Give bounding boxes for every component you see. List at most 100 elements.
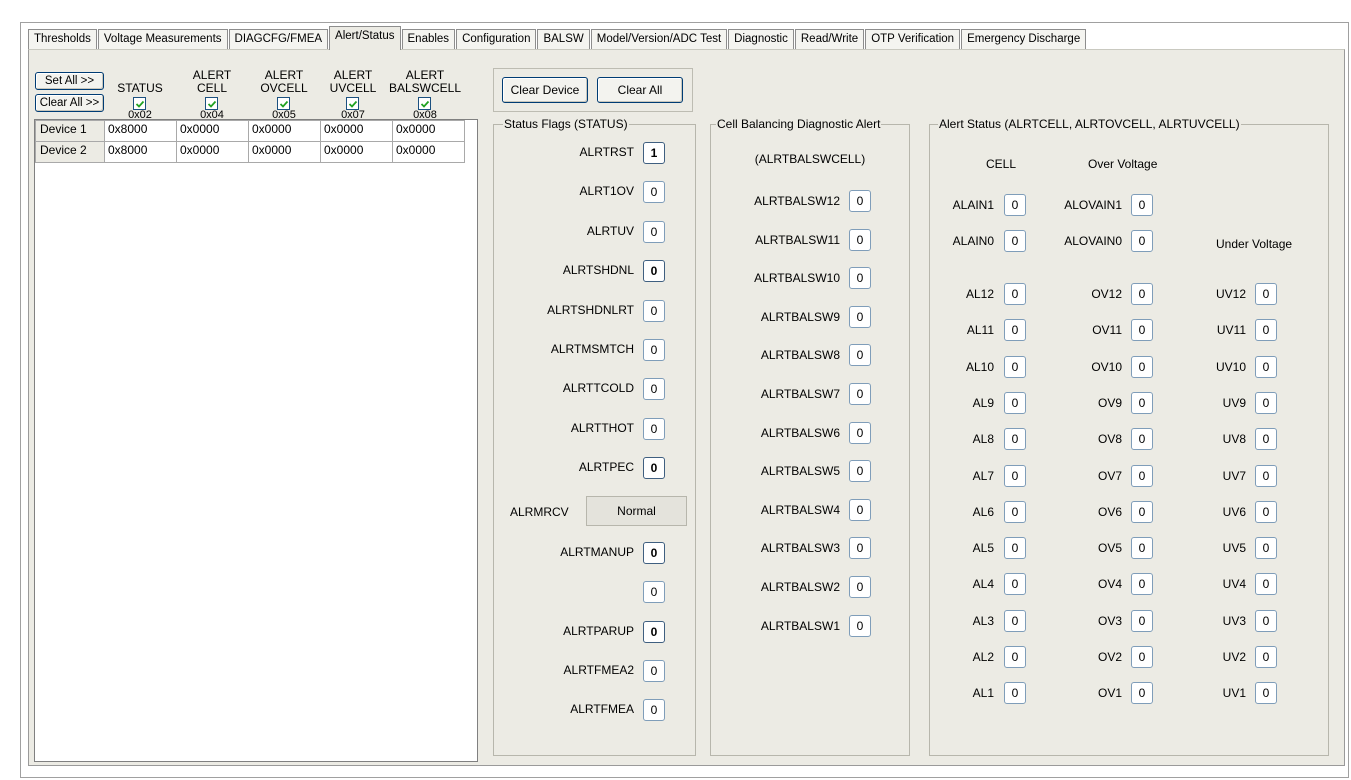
clear-device-button[interactable]: Clear Device xyxy=(502,77,588,103)
tab-diagnostic[interactable]: Diagnostic xyxy=(728,29,794,49)
cell-alert-value[interactable]: 0 xyxy=(1004,537,1026,560)
set-all-button[interactable]: Set All >> xyxy=(35,72,104,90)
tab-diagcfg-fmea[interactable]: DIAGCFG/FMEA xyxy=(228,29,329,49)
overvoltage-alert-value[interactable]: 0 xyxy=(1131,319,1153,342)
overvoltage-alert-value[interactable]: 0 xyxy=(1131,537,1153,560)
balancing-alert-label: ALRTBALSW7 xyxy=(760,387,840,401)
cell-alert-value[interactable]: 0 xyxy=(1004,391,1026,414)
tab-enables[interactable]: Enables xyxy=(401,29,456,49)
ain-ov-value[interactable]: 0 xyxy=(1131,194,1153,216)
undervoltage-alert-value[interactable]: 0 xyxy=(1255,355,1277,378)
undervoltage-alert-value[interactable]: 0 xyxy=(1255,537,1277,560)
balancing-alert-value[interactable]: 0 xyxy=(849,460,871,483)
undervoltage-alert-value[interactable]: 0 xyxy=(1255,283,1277,305)
tab-model-version-adc-test[interactable]: Model/Version/ADC Test xyxy=(590,29,728,49)
device-name[interactable]: Device 2 xyxy=(35,141,105,163)
cell-alert-value[interactable]: 0 xyxy=(1004,355,1026,378)
cell-alert-value[interactable]: 0 xyxy=(1004,609,1026,632)
balancing-alert-value[interactable]: 0 xyxy=(849,421,871,444)
overvoltage-alert-value[interactable]: 0 xyxy=(1131,573,1153,596)
status-flag-value[interactable]: 0 xyxy=(643,542,665,564)
overvoltage-alert-value[interactable]: 0 xyxy=(1131,609,1153,632)
tab-thresholds[interactable]: Thresholds xyxy=(28,29,97,49)
register-value-cell[interactable]: 0x0000 xyxy=(176,120,249,142)
balancing-alert-value[interactable]: 0 xyxy=(849,498,871,521)
tab-alert-status[interactable]: Alert/Status xyxy=(329,26,401,50)
overvoltage-alert-value[interactable]: 0 xyxy=(1131,500,1153,523)
device-name[interactable]: Device 1 xyxy=(35,120,105,142)
register-value-cell[interactable]: 0x0000 xyxy=(320,120,393,142)
cell-alert-value[interactable]: 0 xyxy=(1004,500,1026,523)
balancing-alert-value[interactable]: 0 xyxy=(849,576,871,598)
cell-alert-value[interactable]: 0 xyxy=(1004,283,1026,305)
register-value-cell[interactable]: 0x0000 xyxy=(248,120,321,142)
overvoltage-alert-value[interactable]: 0 xyxy=(1131,355,1153,378)
tab-read-write[interactable]: Read/Write xyxy=(794,29,865,49)
undervoltage-alert-value[interactable]: 0 xyxy=(1255,319,1277,342)
register-value-cell[interactable]: 0x0000 xyxy=(248,141,321,163)
cell-alert-value[interactable]: 0 xyxy=(1004,646,1026,668)
balancing-alert-value[interactable]: 0 xyxy=(849,305,871,328)
register-value-cell[interactable]: 0x0000 xyxy=(320,141,393,163)
register-value-cell[interactable]: 0x0000 xyxy=(176,141,249,163)
clear-all-selection-button[interactable]: Clear All >> xyxy=(35,94,104,112)
undervoltage-alert-value[interactable]: 0 xyxy=(1255,646,1277,668)
balancing-alert-label: ALRTBALSW9 xyxy=(760,309,840,324)
register-value-cell[interactable]: 0x8000 xyxy=(104,120,177,142)
overvoltage-alert-value[interactable]: 0 xyxy=(1131,283,1153,305)
status-flag-value[interactable]: 0 xyxy=(643,378,665,401)
balancing-alert-value[interactable]: 0 xyxy=(849,614,871,637)
table-row[interactable]: Device 1 0x8000 0x0000 0x0000 0x0000 0x0000 xyxy=(35,120,465,142)
undervoltage-alert-value[interactable]: 0 xyxy=(1255,500,1277,523)
overvoltage-alert-value[interactable]: 0 xyxy=(1131,682,1153,705)
register-value-cell[interactable]: 0x8000 xyxy=(104,141,177,163)
ain-cell-value[interactable]: 0 xyxy=(1004,230,1026,252)
ain-cell-value[interactable]: 0 xyxy=(1004,194,1026,216)
balancing-alert-label: ALRTBALSW4 xyxy=(760,502,840,517)
tab-voltage-measurements[interactable]: Voltage Measurements xyxy=(97,29,228,49)
status-flag-value[interactable]: 0 xyxy=(643,699,665,721)
cell-alert-value[interactable]: 0 xyxy=(1004,573,1026,596)
tab-otp-verification[interactable]: OTP Verification xyxy=(865,29,961,49)
balancing-alert-value[interactable]: 0 xyxy=(849,267,871,290)
table-row[interactable]: Device 2 0x8000 0x0000 0x0000 0x0000 0x0000 xyxy=(35,141,465,163)
overvoltage-alert-value[interactable]: 0 xyxy=(1131,391,1153,414)
tab-balsw[interactable]: BALSW xyxy=(537,29,590,49)
tab-emergency-discharge[interactable]: Emergency Discharge xyxy=(961,29,1087,49)
cell-alert-value[interactable]: 0 xyxy=(1004,319,1026,342)
cell-alert-value[interactable]: 0 xyxy=(1004,682,1026,705)
balancing-alert-value[interactable]: 0 xyxy=(849,344,871,367)
undervoltage-alert-value[interactable]: 0 xyxy=(1255,391,1277,414)
balancing-alert-value[interactable]: 0 xyxy=(849,228,871,251)
status-flag-value[interactable]: 0 xyxy=(643,220,665,243)
ain-ov-value[interactable]: 0 xyxy=(1131,230,1153,252)
status-flag-value[interactable]: 1 xyxy=(643,142,665,164)
clear-all-button[interactable]: Clear All xyxy=(597,77,683,103)
status-flag-value[interactable]: 0 xyxy=(643,660,665,682)
status-flag-value[interactable]: 0 xyxy=(643,339,665,361)
balancing-alert-value[interactable]: 0 xyxy=(849,383,871,405)
overvoltage-alert-value[interactable]: 0 xyxy=(1131,428,1153,451)
cell-alert-value[interactable]: 0 xyxy=(1004,464,1026,487)
status-flag-value[interactable]: 0 xyxy=(643,457,665,480)
tab-configuration[interactable]: Configuration xyxy=(456,29,537,49)
status-flag-value[interactable]: 0 xyxy=(643,417,665,440)
undervoltage-alert-value[interactable]: 0 xyxy=(1255,573,1277,596)
overvoltage-alert-value[interactable]: 0 xyxy=(1131,646,1153,668)
status-flag-value[interactable]: 0 xyxy=(643,181,665,204)
status-flag-value[interactable]: 0 xyxy=(643,260,665,283)
overvoltage-alert-value[interactable]: 0 xyxy=(1131,464,1153,487)
balancing-alert-value[interactable]: 0 xyxy=(849,190,871,212)
status-flag-value[interactable]: 0 xyxy=(643,581,665,603)
undervoltage-alert-value[interactable]: 0 xyxy=(1255,682,1277,705)
register-value-cell[interactable]: 0x0000 xyxy=(392,141,465,163)
cell-balancing-subtitle: (ALRTBALSWCELL) xyxy=(754,152,866,166)
register-value-cell[interactable]: 0x0000 xyxy=(392,120,465,142)
balancing-alert-value[interactable]: 0 xyxy=(849,537,871,560)
cell-alert-value[interactable]: 0 xyxy=(1004,428,1026,451)
undervoltage-alert-value[interactable]: 0 xyxy=(1255,464,1277,487)
status-flag-value[interactable]: 0 xyxy=(643,621,665,643)
undervoltage-alert-value[interactable]: 0 xyxy=(1255,428,1277,451)
undervoltage-alert-value[interactable]: 0 xyxy=(1255,609,1277,632)
status-flag-value[interactable]: 0 xyxy=(643,299,665,322)
